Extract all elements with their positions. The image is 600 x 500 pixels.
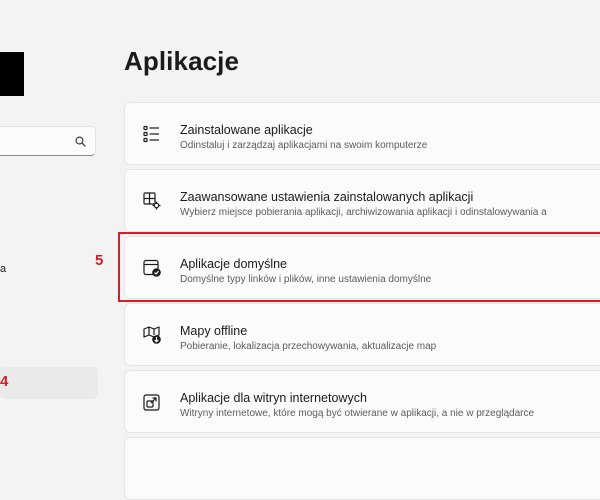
card-subtitle: Domyślne typy linków i plików, inne usta… <box>180 274 432 285</box>
card-title: Mapy offline <box>180 324 248 338</box>
card-installed-apps[interactable]: Zainstalowane aplikacje Odinstaluj i zar… <box>124 102 600 165</box>
user-avatar <box>0 52 24 96</box>
search-icon <box>75 136 86 147</box>
card-subtitle: Witryny internetowe, które mogą być otwi… <box>180 408 535 419</box>
card-title: Aplikacje dla witryn internetowych <box>180 391 367 405</box>
card-partial[interactable] <box>124 437 600 500</box>
offline-maps-icon <box>143 326 161 344</box>
card-title: Zaawansowane ustawienia zainstalowanych … <box>180 190 474 204</box>
sidebar-item-apps-selected[interactable] <box>0 367 98 399</box>
default-apps-icon <box>143 259 161 277</box>
sidebar-item-label-fragment[interactable]: a <box>0 263 6 275</box>
card-offline-maps[interactable]: Mapy offline Pobieranie, lokalizacja prz… <box>124 303 600 366</box>
card-title: Aplikacje domyślne <box>180 257 287 271</box>
card-default-apps[interactable]: Aplikacje domyślne Domyślne typy linków … <box>124 236 600 299</box>
page-title: Aplikacje <box>124 46 240 76</box>
card-title: Zainstalowane aplikacje <box>180 123 313 137</box>
card-advanced-app-settings[interactable]: Zaawansowane ustawienia zainstalowanych … <box>124 169 600 232</box>
settings-search-input[interactable] <box>0 126 96 156</box>
advanced-app-settings-icon <box>143 192 161 210</box>
apps-for-websites-icon <box>143 394 160 411</box>
card-apps-for-websites[interactable]: Aplikacje dla witryn internetowych Witry… <box>124 370 600 433</box>
card-subtitle: Odinstaluj i zarządzaj aplikacjami na sw… <box>180 140 428 151</box>
annotation-step-4: 4 <box>0 373 9 390</box>
card-subtitle: Pobieranie, lokalizacja przechowywania, … <box>180 341 437 352</box>
annotation-step-5: 5 <box>95 252 104 269</box>
installed-apps-list-icon <box>143 125 159 143</box>
card-subtitle: Wybierz miejsce pobierania aplikacji, ar… <box>180 207 547 218</box>
